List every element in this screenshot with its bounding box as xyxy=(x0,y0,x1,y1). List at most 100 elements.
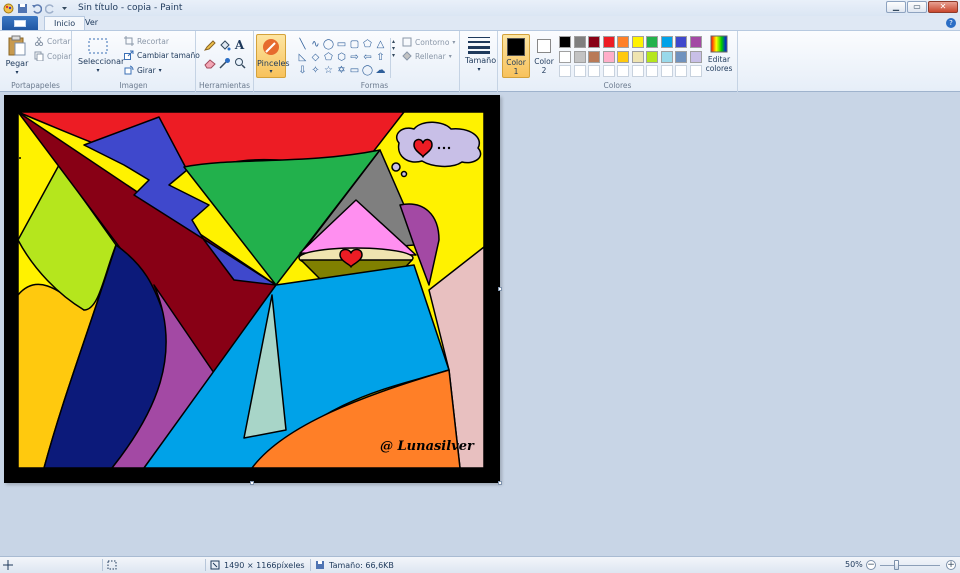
palette-swatch[interactable] xyxy=(660,65,673,77)
size-button[interactable]: Tamaño ▾ xyxy=(465,36,496,74)
save-icon[interactable] xyxy=(17,3,28,14)
resize-handle-corner[interactable] xyxy=(498,481,502,485)
tools-group-label: Herramientas xyxy=(198,81,251,90)
dimensions-text: 1490 × 1166píxeles xyxy=(224,560,305,570)
palette-swatch[interactable] xyxy=(675,65,687,77)
edit-colors-label: Editar xyxy=(707,55,731,64)
palette-swatch[interactable] xyxy=(573,50,586,63)
right-arrow-icon: ⇨ xyxy=(350,51,359,63)
fill-icon xyxy=(402,51,412,61)
palette-swatch[interactable] xyxy=(588,36,600,48)
undo-icon[interactable] xyxy=(31,3,43,14)
outline-button[interactable]: Contorno ▾ xyxy=(402,37,455,47)
palette-swatch[interactable] xyxy=(602,65,615,77)
palette-swatch[interactable] xyxy=(617,50,629,63)
palette-swatch[interactable] xyxy=(559,50,571,63)
palette-swatch[interactable] xyxy=(675,36,687,48)
pencil-icon[interactable] xyxy=(202,38,217,52)
palette-swatch[interactable] xyxy=(675,50,687,63)
color-wheel-icon xyxy=(710,35,728,53)
palette-swatch[interactable] xyxy=(689,50,702,63)
colors-group: Color 1 Color 2 Editar colores Colores xyxy=(498,31,738,92)
palette-swatch[interactable] xyxy=(573,65,586,77)
palette-swatch[interactable] xyxy=(646,50,658,63)
zoom-slider-thumb[interactable] xyxy=(894,560,899,570)
magnifier-icon[interactable] xyxy=(232,56,247,70)
select-button[interactable]: Seleccionar ▾ xyxy=(78,37,124,75)
resize-label: Cambiar tamaño xyxy=(137,50,200,60)
zoom-out-button[interactable]: − xyxy=(866,560,876,570)
shapes-gallery[interactable]: ╲ ∿ ◯ ▭ ▢ ⬠ △ ◺ ◇ ⬠ ⬡ ⇨ ⇦ ⇧ ⇩ ✧ ☆ ✡ ▭ ◯ ☁ xyxy=(296,38,392,78)
palette-swatch[interactable] xyxy=(660,50,673,63)
up-arrow-icon: ⇧ xyxy=(376,51,385,63)
image-group: Seleccionar ▾ Recortar Cambiar tamaño Gi… xyxy=(72,31,200,92)
cursor-position-icon xyxy=(3,560,13,570)
palette-swatch[interactable] xyxy=(588,50,600,63)
curve-shape-icon: ∿ xyxy=(311,38,320,50)
palette-swatch[interactable] xyxy=(660,36,673,48)
close-icon: ✕ xyxy=(939,2,947,11)
fill-bucket-icon[interactable] xyxy=(217,38,232,52)
paint-app-icon[interactable] xyxy=(3,3,14,14)
palette-swatch[interactable] xyxy=(631,36,644,48)
polygon-shape-icon: ⬠ xyxy=(363,38,372,50)
file-menu-button[interactable] xyxy=(2,16,38,30)
rotate-label: Girar xyxy=(137,65,156,75)
palette-swatch[interactable] xyxy=(602,36,615,48)
customize-qat-icon[interactable] xyxy=(59,3,70,14)
copy-button[interactable]: Copiar xyxy=(34,51,72,62)
color-picker-icon[interactable] xyxy=(217,56,232,70)
cut-button[interactable]: Cortar xyxy=(34,36,71,47)
tab-ver[interactable]: Ver xyxy=(76,16,107,30)
shapes-scroll[interactable]: ▴ ▾ ▾ xyxy=(390,38,396,78)
rotate-button[interactable]: Girar ▾ xyxy=(124,65,162,75)
zoom-slider-track[interactable] xyxy=(880,565,940,566)
color2-button[interactable]: Color 2 xyxy=(532,34,556,78)
palette-swatch[interactable] xyxy=(559,65,571,77)
palette-swatch[interactable] xyxy=(617,65,629,77)
palette-swatch[interactable] xyxy=(689,65,702,77)
palette-swatch[interactable] xyxy=(631,65,644,77)
palette-swatch[interactable] xyxy=(602,50,615,63)
redo-icon[interactable] xyxy=(44,3,56,14)
select-icon xyxy=(88,38,108,54)
palette-swatch[interactable] xyxy=(617,36,629,48)
clipboard-group-label: Portapapeles xyxy=(11,81,60,90)
resize-button[interactable]: Cambiar tamaño xyxy=(124,50,200,60)
brushes-button[interactable]: Pinceles ▾ xyxy=(256,34,290,78)
colors-group-label: Colores xyxy=(603,81,632,90)
fill-label: Rellenar xyxy=(415,51,446,61)
copy-label: Copiar xyxy=(47,51,72,61)
image-size-icon xyxy=(210,560,220,570)
crop-label: Recortar xyxy=(137,36,169,46)
shapes-group-label: Formas xyxy=(360,81,389,90)
zoom-in-button[interactable]: + xyxy=(946,560,956,570)
artwork xyxy=(17,111,485,469)
crop-icon xyxy=(124,36,134,46)
drawing-canvas[interactable]: @ Lunasilver xyxy=(4,95,500,483)
paste-button[interactable]: Pegar ▾ xyxy=(4,35,30,77)
fill-button[interactable]: Rellenar ▾ xyxy=(402,51,452,61)
close-button[interactable]: ✕ xyxy=(928,1,958,13)
scissors-icon xyxy=(34,36,44,47)
maximize-button[interactable]: ▭ xyxy=(907,1,927,13)
crop-button[interactable]: Recortar xyxy=(124,36,169,46)
help-icon[interactable]: ? xyxy=(946,18,956,28)
palette-swatch[interactable] xyxy=(646,36,658,48)
palette-swatch[interactable] xyxy=(559,36,571,48)
minimize-button[interactable]: ▁ xyxy=(886,1,906,13)
palette-swatch[interactable] xyxy=(588,65,600,77)
edit-colors-button[interactable]: Editar colores xyxy=(704,35,734,73)
resize-handle-bottom[interactable] xyxy=(250,481,254,485)
zoom-level: 50% xyxy=(845,560,863,569)
line-shape-icon: ╲ xyxy=(299,38,306,50)
file-size-text: Tamaño: 66,6KB xyxy=(329,560,394,570)
resize-handle-right[interactable] xyxy=(498,287,502,291)
text-tool-icon[interactable]: A xyxy=(232,38,247,52)
eraser-icon[interactable] xyxy=(202,56,217,70)
color1-button[interactable]: Color 1 xyxy=(502,34,530,78)
palette-swatch[interactable] xyxy=(573,36,586,48)
palette-swatch[interactable] xyxy=(646,65,658,77)
palette-swatch[interactable] xyxy=(689,36,702,48)
palette-swatch[interactable] xyxy=(631,50,644,63)
